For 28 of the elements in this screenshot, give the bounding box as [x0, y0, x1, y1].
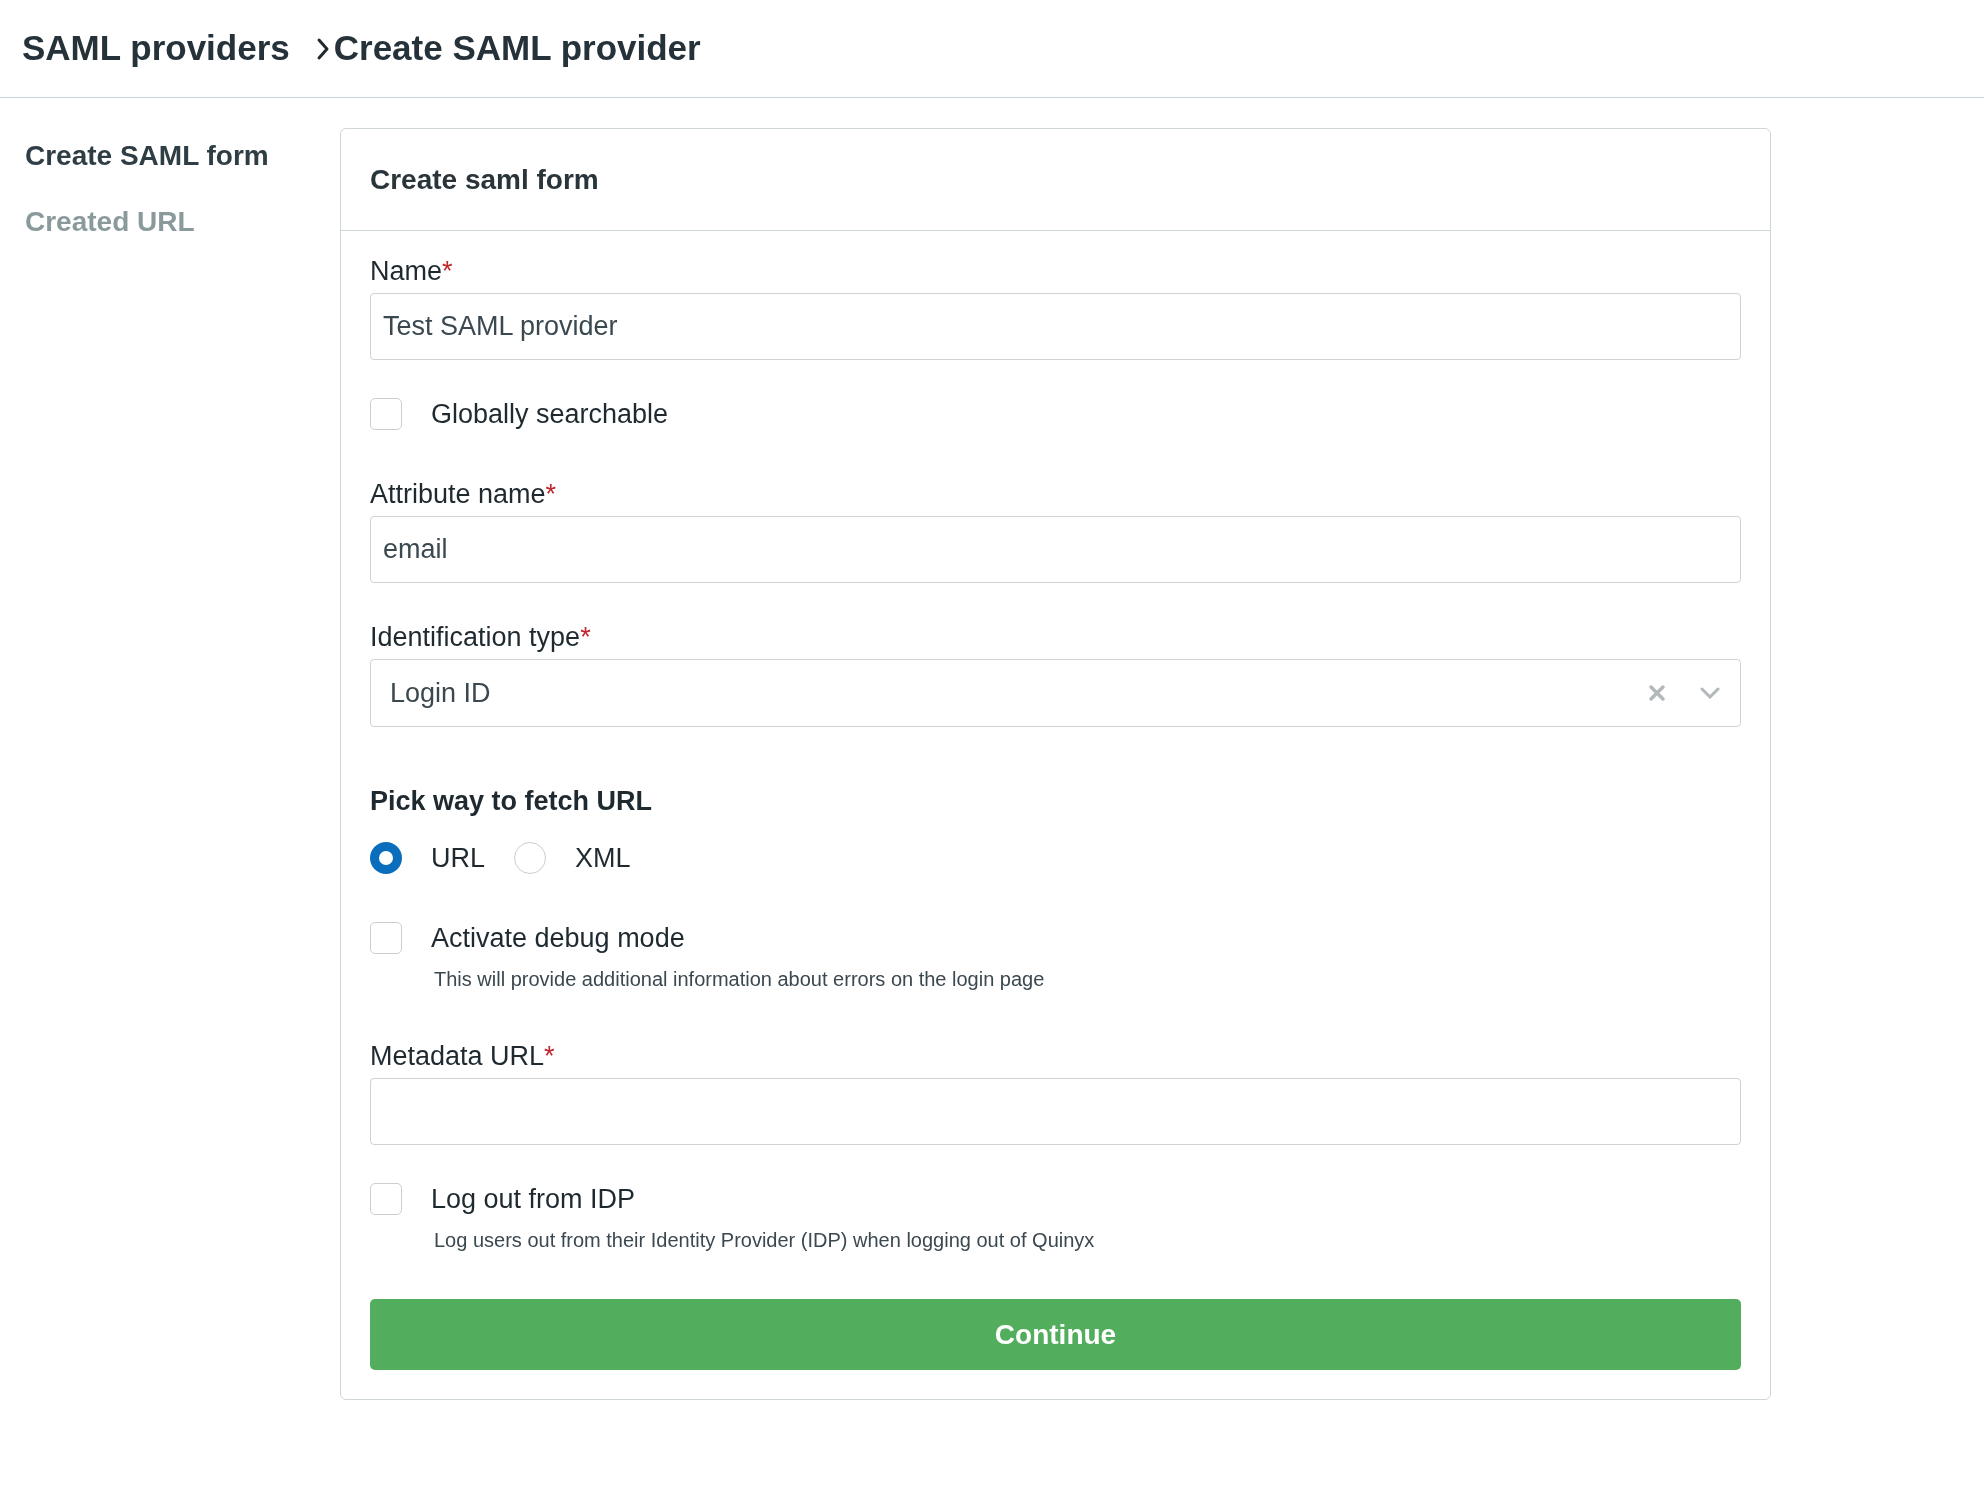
select-value: Login ID [390, 676, 492, 710]
input-field[interactable]: email [370, 516, 1741, 583]
checkbox[interactable] [370, 922, 402, 954]
field-label: Metadata URL* [370, 1040, 556, 1073]
checkbox-label: Globally searchable [431, 397, 669, 431]
checkbox-label: Log out from IDP [431, 1182, 636, 1216]
page-title: Create SAML provider [333, 27, 701, 70]
field-label: Identification type* [370, 621, 592, 654]
field-label: Attribute name* [370, 478, 558, 511]
checkbox-label: Activate debug mode [431, 921, 685, 955]
sidebar-item[interactable]: Create SAML form [25, 135, 269, 177]
chevron-right-icon [315, 36, 330, 61]
chevron-down-icon[interactable] [1700, 687, 1720, 699]
checkbox[interactable] [370, 1183, 402, 1215]
checkbox[interactable] [370, 398, 402, 430]
help-text: This will provide additional information about errors on the login page [434, 967, 1046, 992]
input-field[interactable] [370, 1078, 1741, 1145]
radio-label: XML [575, 841, 631, 875]
clear-icon[interactable] [1648, 684, 1666, 702]
select-field[interactable]: Login ID [370, 659, 1741, 727]
help-text: Log users out from their Identity Provider (IDP) when logging out of Quinyx [434, 1228, 1096, 1253]
section-heading: Pick way to fetch URL [370, 785, 654, 818]
field-label: Name* [370, 255, 454, 288]
card-title: Create saml form [370, 162, 599, 197]
radio-button[interactable] [370, 841, 402, 874]
breadcrumb-link[interactable]: SAML providers [22, 22, 290, 75]
radio-label: URL [431, 841, 485, 875]
input-field[interactable]: Test SAML provider [370, 293, 1741, 360]
